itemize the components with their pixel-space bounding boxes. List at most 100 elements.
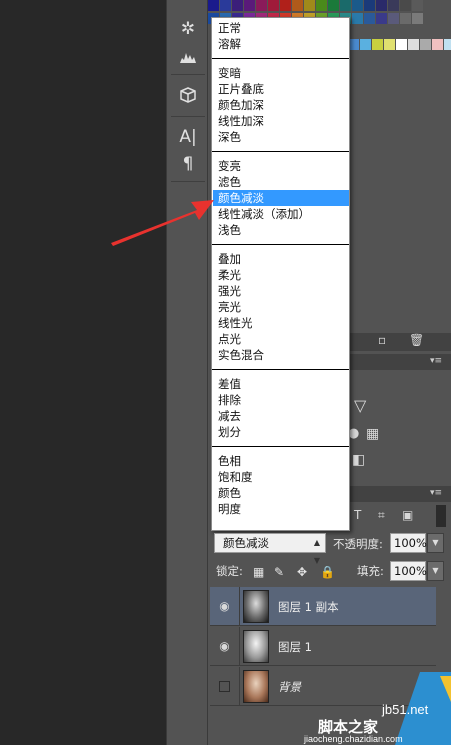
swatch[interactable] [408,39,419,50]
filter-text-icon[interactable]: T [354,508,361,522]
menu-separator [212,369,349,370]
blend-mode-option[interactable]: 排除 [213,392,349,408]
swatch[interactable] [384,39,395,50]
histogram-icon[interactable] [173,42,203,72]
swatch[interactable] [360,39,371,50]
filter-toggle[interactable] [436,505,446,527]
swatch[interactable] [208,0,219,11]
swatch[interactable] [420,39,431,50]
paragraph-icon[interactable]: ¶ [173,149,203,179]
swatch[interactable] [232,0,243,11]
canvas-area [0,0,166,745]
lock-all-icon[interactable]: 🔒 [320,565,335,579]
watermark: jb51.net 脚本之家 jiaocheng.chazidian.com [300,672,451,745]
swatch[interactable] [412,0,423,11]
blend-mode-option[interactable]: 正常 [213,20,349,36]
swatch[interactable] [220,0,231,11]
swatch[interactable] [328,0,339,11]
blend-mode-option[interactable]: 柔光 [213,267,349,283]
swatch[interactable] [352,13,363,24]
gradient-map-icon[interactable]: ▽ [354,396,366,415]
panel-menu-icon[interactable]: ▾≡ [430,356,442,366]
blend-mode-option[interactable]: 浅色 [213,222,349,238]
blend-mode-option[interactable]: 颜色加深 [213,97,349,113]
blend-mode-option[interactable]: 变暗 [213,65,349,81]
swatch[interactable] [364,0,375,11]
blend-mode-option[interactable]: 差值 [213,376,349,392]
character-icon[interactable]: A| [173,122,203,152]
swatch[interactable] [256,0,267,11]
layer-thumbnail [243,590,269,623]
swatch[interactable] [400,0,411,11]
layer-row[interactable]: ◉ 图层 1 [210,627,436,666]
blend-mode-option[interactable]: 滤色 [213,174,349,190]
visibility-toggle[interactable] [210,667,240,706]
swatch[interactable] [244,0,255,11]
fill-input[interactable]: 100% [390,561,427,581]
layer-row[interactable]: ◉ 图层 1 副本 [210,587,436,626]
menu-separator [212,446,349,447]
blend-mode-option[interactable]: 深色 [213,129,349,145]
trash-icon[interactable]: 🗑 [409,333,424,347]
blend-mode-option[interactable]: 线性光 [213,315,349,331]
3d-cube-icon[interactable] [173,80,203,110]
swatch[interactable] [340,0,351,11]
blend-mode-option[interactable]: 实色混合 [213,347,349,363]
blend-mode-option[interactable]: 减去 [213,408,349,424]
layer-name: 图层 1 [278,640,312,654]
opacity-dropdown-icon[interactable]: ▼ [427,533,444,553]
blend-mode-option[interactable]: 强光 [213,283,349,299]
blend-mode-option[interactable]: 颜色 [213,485,349,501]
swatch[interactable] [268,0,279,11]
threshold-icon[interactable]: ◧ [352,452,365,468]
swatch[interactable] [388,13,399,24]
blend-mode-option[interactable]: 变亮 [213,158,349,174]
swatch[interactable] [444,39,451,50]
blend-mode-option[interactable]: 点光 [213,331,349,347]
blend-mode-option[interactable]: 线性加深 [213,113,349,129]
blend-mode-menu: 正常 溶解变暗 正片叠底 颜色加深 线性加深 深色变亮 滤色 颜色减淡 线性减淡（添加） 浅色叠加… [211,17,350,531]
blend-mode-option[interactable]: 线性减淡（添加） [213,206,349,222]
swatch[interactable] [352,0,363,11]
eye-icon[interactable]: ◉ [210,587,240,626]
opacity-input[interactable]: 100% [390,533,427,553]
blend-mode-option[interactable]: 亮光 [213,299,349,315]
swatch[interactable] [304,0,315,11]
swatch[interactable] [316,0,327,11]
blend-mode-value: 颜色减淡 [223,536,269,550]
fill-dropdown-icon[interactable]: ▼ [427,561,444,581]
tool-column: ✲ A| ¶ [166,0,208,745]
lock-transparent-icon[interactable]: ▦ [253,565,264,579]
channel-mixer-icon[interactable]: ▦ [366,426,379,442]
filter-shape-icon[interactable]: ⌗ [378,508,385,523]
blend-mode-option[interactable]: 溶解 [213,36,349,52]
eye-icon[interactable]: ◉ [210,627,240,666]
layer-name: 背景 [278,680,301,694]
blend-mode-option[interactable]: 色相 [213,453,349,469]
blend-mode-select[interactable]: 颜色减淡 ▲ ▼ [214,533,326,565]
swatch[interactable] [432,39,443,50]
swatch[interactable] [372,39,383,50]
swatch[interactable] [396,39,407,50]
swatch[interactable] [292,0,303,11]
lock-pixels-icon[interactable]: ✎ [274,565,284,579]
swatch[interactable] [388,0,399,11]
swatch[interactable] [376,0,387,11]
lock-position-icon[interactable]: ✥ [297,565,307,579]
layers-menu-icon[interactable]: ▾≡ [430,488,442,498]
blend-mode-option[interactable]: 颜色减淡 [213,190,349,206]
blend-mode-option[interactable]: 饱和度 [213,469,349,485]
compass-icon[interactable]: ✲ [173,14,203,44]
new-swatch-icon[interactable]: ▫ [378,333,386,347]
blend-mode-option[interactable]: 正片叠底 [213,81,349,97]
swatch[interactable] [280,0,291,11]
blend-mode-option[interactable]: 叠加 [213,251,349,267]
swatch[interactable] [364,13,375,24]
blend-mode-option[interactable]: 划分 [213,424,349,440]
watermark-domain: jiaocheng.chazidian.com [304,734,403,744]
swatch[interactable] [376,13,387,24]
swatch[interactable] [412,13,423,24]
swatch[interactable] [400,13,411,24]
filter-smart-icon[interactable]: ▣ [402,508,413,522]
blend-mode-option[interactable]: 明度 [213,501,349,517]
